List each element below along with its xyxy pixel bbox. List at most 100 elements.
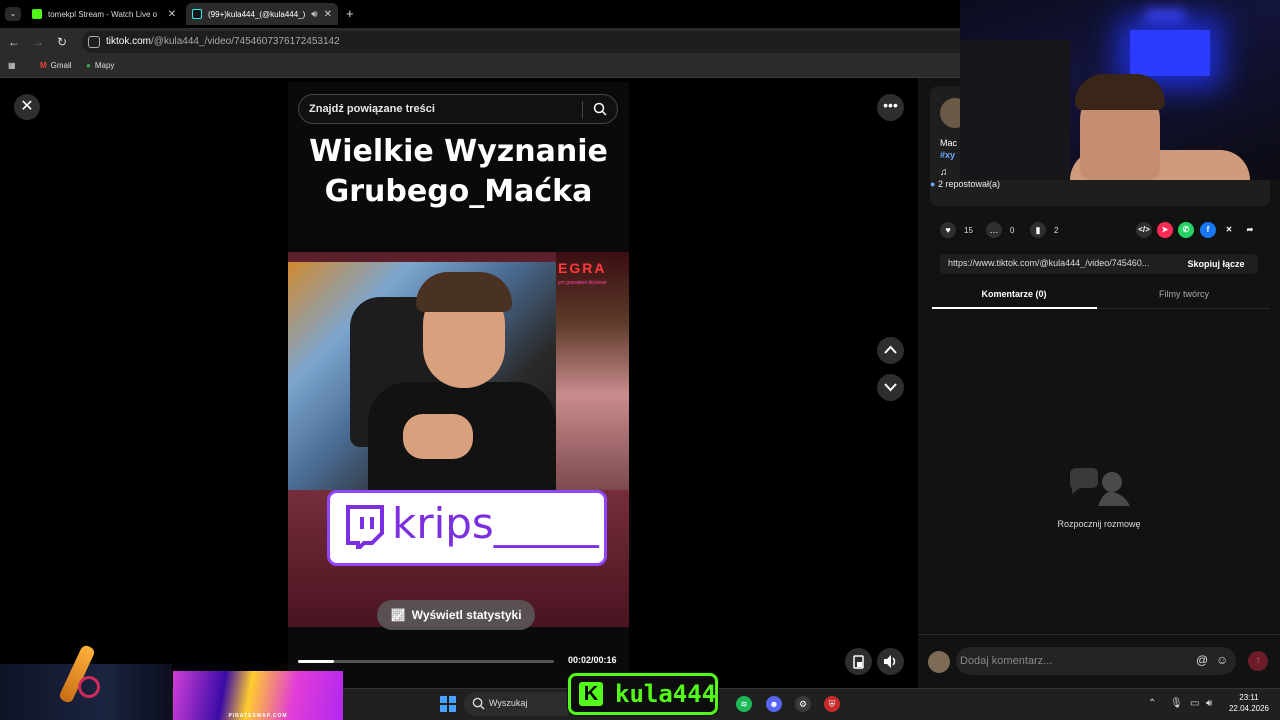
video-frame: EGRA ym granatem błyskow krips_____	[288, 252, 629, 627]
video-time: 00:02/00:16	[568, 655, 617, 665]
spotify-icon[interactable]: ≋	[736, 696, 752, 712]
video-viewer: ✕ ••• Znajdź powiązane treści Wielkie Wy…	[0, 78, 918, 688]
tab-comments[interactable]: Komentarze (0)	[932, 289, 1096, 299]
speaker-icon[interactable]: 🔊︎	[311, 9, 317, 20]
x-icon[interactable]: ✕	[1221, 222, 1237, 238]
tab-title: tomekpl Stream - Watch Live o	[48, 9, 158, 19]
forward-icon[interactable]: →	[30, 34, 46, 50]
stats-label: Wyświetl statystyki	[411, 608, 522, 622]
facebook-icon[interactable]: f	[1200, 222, 1216, 238]
twitch-handle-text: krips_____	[392, 499, 599, 548]
divider	[582, 101, 583, 119]
whatsapp-icon[interactable]: ✆	[1178, 222, 1194, 238]
send-comment-button[interactable]: ↑	[1248, 651, 1268, 671]
shield-icon[interactable]: ⛨	[824, 696, 840, 712]
kick-logo-icon: K	[579, 682, 603, 706]
twitch-handle-banner: krips_____	[327, 490, 607, 566]
game-subtext: ym granatem błyskow	[558, 280, 607, 286]
action-bar: ♥ 15 … 0 ▮ 2 </> ➤ ✆ f ✕ ➦	[930, 218, 1270, 242]
previous-video-button[interactable]	[877, 337, 904, 364]
bookmark-gmail[interactable]: M Gmail	[40, 61, 72, 70]
tab-tiktok[interactable]: (99+)kula444_(@kula444_) 🔊︎ ✕	[186, 3, 338, 25]
bookmark-label: Gmail	[50, 61, 72, 70]
gameplay-image: EGRA ym granatem błyskow	[556, 252, 629, 490]
active-tab-indicator	[932, 307, 1097, 309]
repost-text: 2 repostował(a)	[937, 179, 1000, 189]
share-link-text[interactable]: https://www.tiktok.com/@kula444_/video/7…	[948, 258, 1174, 268]
embed-icon[interactable]: </>	[1136, 222, 1152, 238]
game-text: EGRA	[558, 260, 607, 276]
hashtag-link[interactable]: #xy	[940, 150, 955, 160]
steam-icon[interactable]: ⚙	[795, 696, 811, 712]
tab-search-menu-button[interactable]: ⌄	[5, 7, 21, 21]
taskbar-search-placeholder: Wyszukaj	[489, 698, 528, 708]
volume-icon	[884, 655, 896, 668]
copy-link-button[interactable]: Skopiuj łącze	[1174, 254, 1258, 274]
empty-comments-text: Rozpocznij rozmowę	[1057, 519, 1141, 529]
video-caption-title: Wielkie Wyznanie Grubego_Maćka	[288, 132, 629, 212]
tab-kick-stream[interactable]: tomekpl Stream - Watch Live o ✕	[26, 3, 182, 25]
empty-comments-icon	[1070, 468, 1130, 506]
mini-player-button[interactable]	[845, 648, 872, 675]
related-search-field[interactable]: Znajdź powiązane treści	[298, 94, 618, 124]
view-stats-button[interactable]: 📈︎ Wyświetl statystyki	[377, 600, 535, 630]
progress-bar[interactable]	[298, 660, 554, 663]
site-info-icon[interactable]	[88, 36, 100, 48]
search-icon[interactable]	[593, 102, 607, 116]
music-note-icon[interactable]: ♫	[940, 167, 948, 178]
chart-icon: 📈︎	[390, 608, 406, 622]
share-icon[interactable]: ➦	[1242, 222, 1258, 238]
bookmark-maps[interactable]: ● Mapy	[86, 61, 114, 70]
close-tab-icon[interactable]: ✕	[168, 9, 176, 20]
display-icon[interactable]: ▭	[1190, 698, 1199, 709]
webcam-overlay	[960, 0, 1280, 180]
bookmark-label: Mapy	[94, 61, 115, 70]
emoji-icon[interactable]: ☺	[1216, 653, 1228, 667]
send-icon[interactable]: ➤	[1157, 222, 1173, 238]
back-icon[interactable]: ←	[6, 34, 22, 50]
taskbar-search[interactable]: Wyszukaj	[464, 692, 574, 716]
facecam-image	[288, 262, 556, 490]
tab-title: (99+)kula444_(@kula444_)	[208, 9, 306, 19]
share-link-row: https://www.tiktok.com/@kula444_/video/7…	[940, 254, 1258, 274]
tab-creator-videos[interactable]: Filmy twórcy	[1102, 289, 1266, 299]
comment-button[interactable]: … 0	[986, 222, 1014, 238]
new-tab-button[interactable]: +	[346, 6, 354, 21]
reload-icon[interactable]: ↻	[54, 34, 70, 50]
volume-button[interactable]	[877, 648, 904, 675]
volume-tray-icon[interactable]: 🔊︎	[1206, 698, 1212, 709]
kick-username: kula444	[615, 680, 717, 708]
kick-favicon-icon	[32, 9, 42, 19]
repost-avatars-icon: ●	[930, 179, 936, 189]
comment-count: 0	[1010, 225, 1015, 235]
save-count: 2	[1054, 225, 1059, 235]
video-player[interactable]: Znajdź powiązane treści Wielkie Wyznanie…	[288, 82, 629, 688]
comment-icon: …	[986, 222, 1002, 238]
url-text: tiktok.com/@kula444_/video/7454607376172…	[106, 36, 340, 47]
next-video-button[interactable]	[877, 374, 904, 401]
comments-tabs: Komentarze (0) Filmy twórcy	[932, 286, 1270, 309]
author-name[interactable]: Mac	[940, 138, 957, 148]
more-options-icon[interactable]: •••	[877, 94, 904, 121]
apps-grid-icon[interactable]: ▦	[8, 61, 16, 70]
discord-icon[interactable]: ☻	[766, 696, 782, 712]
promo-text: PIRATESWAP.COM	[228, 713, 288, 719]
microphone-icon[interactable]: 🎙︎	[1170, 698, 1183, 709]
windows-start-icon[interactable]	[440, 696, 456, 712]
progress-fill	[298, 660, 334, 663]
close-tab-icon[interactable]: ✕	[324, 9, 332, 20]
like-button[interactable]: ♥ 15	[940, 222, 973, 238]
caption-line: Grubego_Maćka	[324, 174, 593, 209]
gmail-icon: M	[40, 61, 47, 70]
clock-date: 22.04.2026	[1228, 704, 1270, 713]
taskbar-clock[interactable]: 23:11 22.04.2026	[1222, 692, 1276, 714]
avatar	[928, 651, 950, 673]
comment-input[interactable]: Dodaj komentarz... @ ☺	[956, 647, 1236, 675]
comment-placeholder: Dodaj komentarz...	[960, 655, 1053, 667]
tray-chevron-icon[interactable]: ⌃	[1148, 698, 1156, 709]
like-count: 15	[964, 225, 973, 235]
save-button[interactable]: ▮ 2	[1030, 222, 1058, 238]
mention-icon[interactable]: @	[1196, 653, 1208, 667]
close-icon[interactable]: ✕	[14, 94, 40, 120]
search-placeholder: Znajdź powiązane treści	[309, 103, 435, 115]
